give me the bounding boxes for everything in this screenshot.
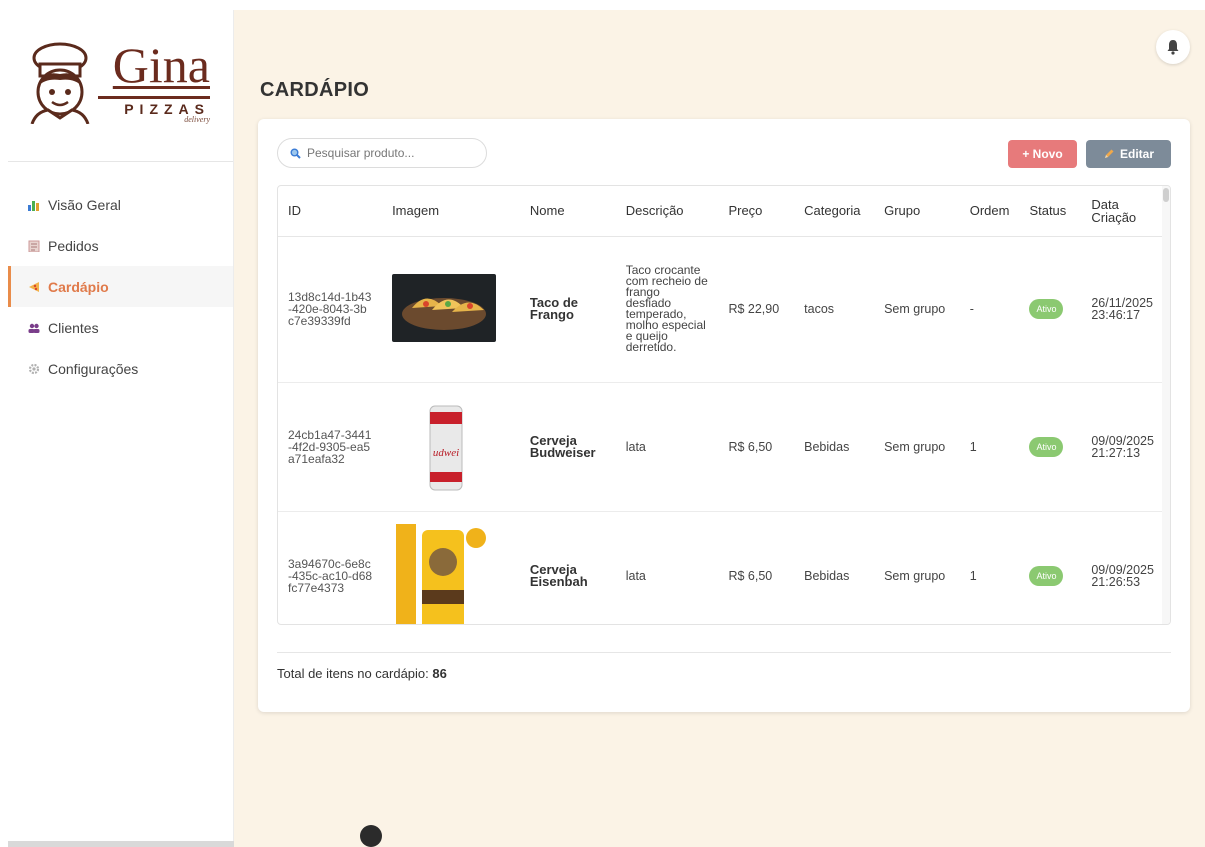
svg-text:udwei: udwei bbox=[433, 447, 459, 459]
total-items: Total de itens no cardápio: 86 bbox=[277, 666, 447, 681]
floating-toggle-button[interactable] bbox=[360, 825, 382, 847]
cell-preco: R$ 6,50 bbox=[718, 511, 795, 624]
table-scrollbar[interactable] bbox=[1162, 186, 1170, 624]
search-icon bbox=[290, 148, 301, 159]
sidebar: Gina PIZZAS delivery Visão Geral Pedidos bbox=[8, 10, 234, 847]
cell-grupo: Sem grupo bbox=[874, 236, 960, 383]
column-header-imagem[interactable]: Imagem bbox=[382, 186, 520, 237]
brand-logo[interactable]: Gina PIZZAS delivery bbox=[8, 10, 233, 162]
column-header-ordem[interactable]: Ordem bbox=[959, 186, 1020, 237]
cell-ordem: 1 bbox=[959, 382, 1020, 512]
main-content: CARDÁPIO + Novo Editar bbox=[234, 10, 1205, 847]
brand-sub: PIZZAS bbox=[98, 96, 210, 117]
cell-categoria: Bebidas bbox=[794, 511, 875, 624]
cell-descricao: lata bbox=[615, 511, 719, 624]
cell-nome: Cerveja Eisenbah bbox=[519, 511, 616, 624]
app-window: Gina PIZZAS delivery Visão Geral Pedidos bbox=[8, 10, 1205, 847]
sidebar-item-cardapio[interactable]: Cardápio bbox=[8, 266, 233, 307]
cell-categoria: Bebidas bbox=[794, 382, 875, 512]
total-value: 86 bbox=[432, 666, 447, 681]
users-icon bbox=[28, 323, 40, 333]
edit-button-label: Editar bbox=[1119, 147, 1154, 161]
cell-ordem: 1 bbox=[959, 511, 1020, 624]
sidebar-item-label: Clientes bbox=[48, 319, 99, 336]
bell-icon bbox=[1167, 40, 1179, 55]
table-row[interactable]: 13d8c14d-1b43-420e-8043-3bc7e39339fd Tac… bbox=[278, 236, 1164, 383]
sidebar-item-visao-geral[interactable]: Visão Geral bbox=[8, 184, 233, 225]
pizza-icon bbox=[29, 281, 39, 292]
cell-ordem: - bbox=[959, 236, 1020, 383]
eisenbahn-product-image bbox=[392, 520, 497, 624]
chart-icon bbox=[28, 200, 39, 211]
cell-data-criacao: 26/11/2025 23:46:17 bbox=[1081, 236, 1164, 383]
search-box[interactable] bbox=[277, 138, 487, 168]
gear-icon bbox=[28, 363, 40, 374]
sidebar-footer-bar bbox=[8, 841, 234, 847]
column-header-preco[interactable]: Preço bbox=[718, 186, 795, 237]
search-input[interactable] bbox=[307, 146, 477, 160]
products-table: ID Imagem Nome Descrição Preço Categoria… bbox=[278, 186, 1164, 624]
status-badge: Ativo bbox=[1029, 436, 1064, 457]
chef-mascot-icon bbox=[30, 42, 90, 124]
status-badge: Ativo bbox=[1029, 299, 1064, 319]
sidebar-item-label: Configurações bbox=[48, 360, 139, 377]
clipboard-icon bbox=[28, 240, 40, 252]
total-label: Total de itens no cardápio: bbox=[277, 666, 429, 681]
sidebar-item-label: Pedidos bbox=[48, 237, 99, 254]
cell-id: 13d8c14d-1b43-420e-8043-3bc7e39339fd bbox=[278, 236, 383, 383]
cell-data-criacao: 09/09/2025 21:27:13 bbox=[1081, 382, 1164, 512]
status-badge: Ativo bbox=[1029, 566, 1064, 586]
divider bbox=[277, 652, 1171, 653]
edit-product-button[interactable]: Editar bbox=[1086, 140, 1171, 168]
column-header-nome[interactable]: Nome bbox=[519, 186, 616, 237]
cell-preco: R$ 22,90 bbox=[718, 236, 795, 383]
sidebar-item-clientes[interactable]: Clientes bbox=[8, 307, 233, 348]
cell-status: Ativo bbox=[1019, 236, 1082, 383]
sidebar-item-label: Visão Geral bbox=[48, 196, 121, 213]
column-header-id[interactable]: ID bbox=[278, 186, 383, 237]
cell-status: Ativo bbox=[1019, 382, 1082, 512]
column-header-descricao[interactable]: Descrição bbox=[615, 186, 719, 237]
cell-imagem bbox=[382, 236, 520, 383]
sidebar-item-pedidos[interactable]: Pedidos bbox=[8, 225, 233, 266]
column-header-grupo[interactable]: Grupo bbox=[874, 186, 960, 237]
sidebar-item-label: Cardápio bbox=[48, 278, 109, 295]
taco-product-image bbox=[392, 274, 497, 342]
cell-status: Ativo bbox=[1019, 511, 1082, 624]
menu-card: + Novo Editar ID Imagem Nome Descrição bbox=[258, 119, 1190, 712]
cell-categoria: tacos bbox=[794, 236, 875, 383]
brand-wordmark: Gina PIZZAS delivery bbox=[98, 40, 210, 124]
sidebar-nav: Visão Geral Pedidos Cardápio Clientes Co… bbox=[8, 184, 233, 389]
column-header-status[interactable]: Status bbox=[1019, 186, 1082, 237]
table-header-row: ID Imagem Nome Descrição Preço Categoria… bbox=[278, 186, 1164, 237]
pencil-icon bbox=[1104, 149, 1114, 158]
sidebar-item-configuracoes[interactable]: Configurações bbox=[8, 348, 233, 389]
cell-nome: Taco de Frango bbox=[519, 236, 616, 383]
cell-id: 3a94670c-6e8c-435c-ac10-d68fc77e4373 bbox=[278, 511, 383, 624]
cell-grupo: Sem grupo bbox=[874, 511, 960, 624]
budweiser-product-image: udwei bbox=[392, 397, 497, 494]
cell-imagem bbox=[382, 511, 520, 624]
table-row[interactable]: 24cb1a47-3441-4f2d-9305-ea5a71eafa32 udw… bbox=[278, 382, 1164, 512]
new-product-button[interactable]: + Novo bbox=[1008, 140, 1077, 168]
cell-descricao: lata bbox=[615, 382, 719, 512]
cell-data-criacao: 09/09/2025 21:26:53 bbox=[1081, 511, 1164, 624]
products-table-container[interactable]: ID Imagem Nome Descrição Preço Categoria… bbox=[277, 185, 1171, 625]
cell-descricao: Taco crocante com recheio de frango desf… bbox=[615, 236, 719, 383]
column-header-data-criacao[interactable]: Data Criação bbox=[1081, 186, 1164, 237]
cell-grupo: Sem grupo bbox=[874, 382, 960, 512]
cell-imagem: udwei bbox=[382, 382, 520, 512]
notification-button[interactable] bbox=[1156, 30, 1190, 64]
table-row[interactable]: 3a94670c-6e8c-435c-ac10-d68fc77e4373 Cer… bbox=[278, 511, 1164, 624]
cell-id: 24cb1a47-3441-4f2d-9305-ea5a71eafa32 bbox=[278, 382, 383, 512]
page-title: CARDÁPIO bbox=[260, 79, 370, 101]
brand-name: Gina bbox=[112, 37, 210, 93]
cell-preco: R$ 6,50 bbox=[718, 382, 795, 512]
scrollbar-thumb[interactable] bbox=[1163, 188, 1169, 202]
cell-nome: Cerveja Budweiser bbox=[519, 382, 616, 512]
column-header-categoria[interactable]: Categoria bbox=[794, 186, 875, 237]
